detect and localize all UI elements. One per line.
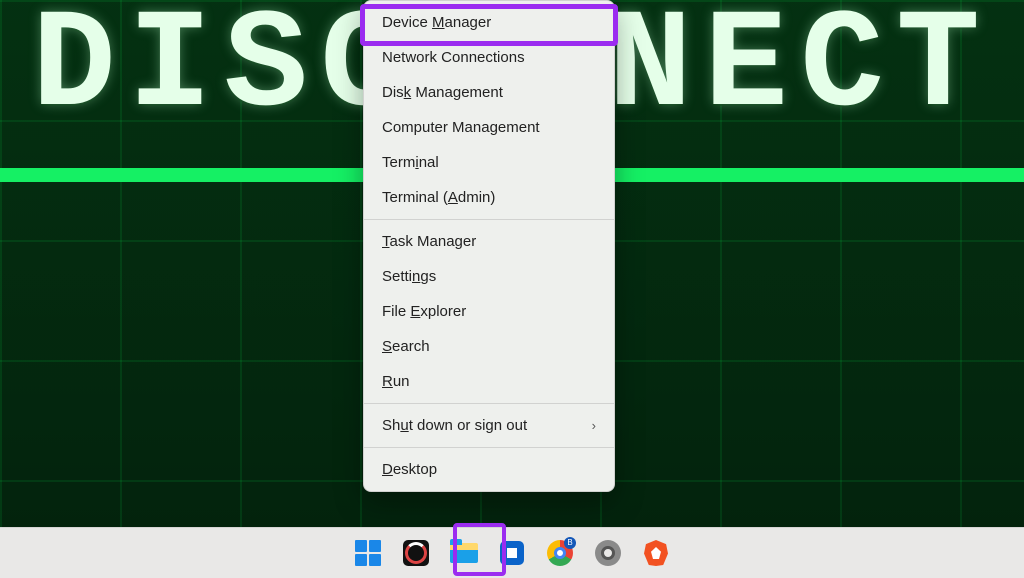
brave-icon: [644, 540, 668, 566]
taskbar-app-brave[interactable]: [639, 536, 673, 570]
winx-menu-item-label: Network Connections: [382, 49, 525, 66]
taskbar-app-powertoys[interactable]: [399, 536, 433, 570]
taskbar-app-microsoft-store[interactable]: [495, 536, 529, 570]
winx-menu-item[interactable]: Computer Management: [364, 110, 614, 145]
winx-menu-item[interactable]: Terminal (Admin): [364, 180, 614, 215]
chevron-right-icon: ›: [592, 418, 596, 433]
winx-menu-item-label: Desktop: [382, 461, 437, 478]
menu-separator: [364, 403, 614, 404]
microsoft-store-icon: [500, 541, 524, 565]
chrome-badge: B: [564, 537, 576, 549]
winx-menu-item[interactable]: Network Connections: [364, 40, 614, 75]
powertoys-icon: [403, 540, 429, 566]
menu-separator: [364, 219, 614, 220]
winx-menu-item-label: Terminal: [382, 154, 439, 171]
winx-menu-item-label: Terminal (Admin): [382, 189, 495, 206]
winx-menu-item-label: Computer Management: [382, 119, 540, 136]
winx-menu-item[interactable]: Desktop: [364, 452, 614, 487]
winx-menu-item-label: Task Manager: [382, 233, 476, 250]
start-button[interactable]: [351, 536, 385, 570]
settings-gear-icon: [595, 540, 621, 566]
winx-menu-item-label: Settings: [382, 268, 436, 285]
winx-menu-item[interactable]: Terminal: [364, 145, 614, 180]
winx-menu-item[interactable]: File Explorer: [364, 294, 614, 329]
winx-menu-item[interactable]: Task Manager: [364, 224, 614, 259]
winx-menu-item-label: File Explorer: [382, 303, 466, 320]
taskbar-app-settings[interactable]: [591, 536, 625, 570]
menu-separator: [364, 447, 614, 448]
chrome-icon: B: [547, 540, 573, 566]
winx-menu-item[interactable]: Run: [364, 364, 614, 399]
winx-menu-item[interactable]: Search: [364, 329, 614, 364]
winx-menu-item-label: Disk Management: [382, 84, 503, 101]
winx-menu-item[interactable]: Shut down or sign out ›: [364, 408, 614, 443]
winx-menu-item-label: Device Manager: [382, 14, 491, 31]
winx-menu-item-label: Search: [382, 338, 430, 355]
windows-start-icon: [355, 540, 381, 566]
taskbar-app-chrome[interactable]: B: [543, 536, 577, 570]
taskbar: B: [0, 527, 1024, 578]
winx-menu-item-label: Shut down or sign out: [382, 417, 527, 434]
winx-menu-item[interactable]: Settings: [364, 259, 614, 294]
file-explorer-icon: [450, 543, 478, 563]
winx-menu-item[interactable]: Device Manager: [364, 5, 614, 40]
winx-menu-item[interactable]: Disk Management: [364, 75, 614, 110]
winx-context-menu: Device Manager Network Connections Disk Ma…: [363, 0, 615, 492]
taskbar-app-file-explorer[interactable]: [447, 536, 481, 570]
winx-menu-item-label: Run: [382, 373, 410, 390]
